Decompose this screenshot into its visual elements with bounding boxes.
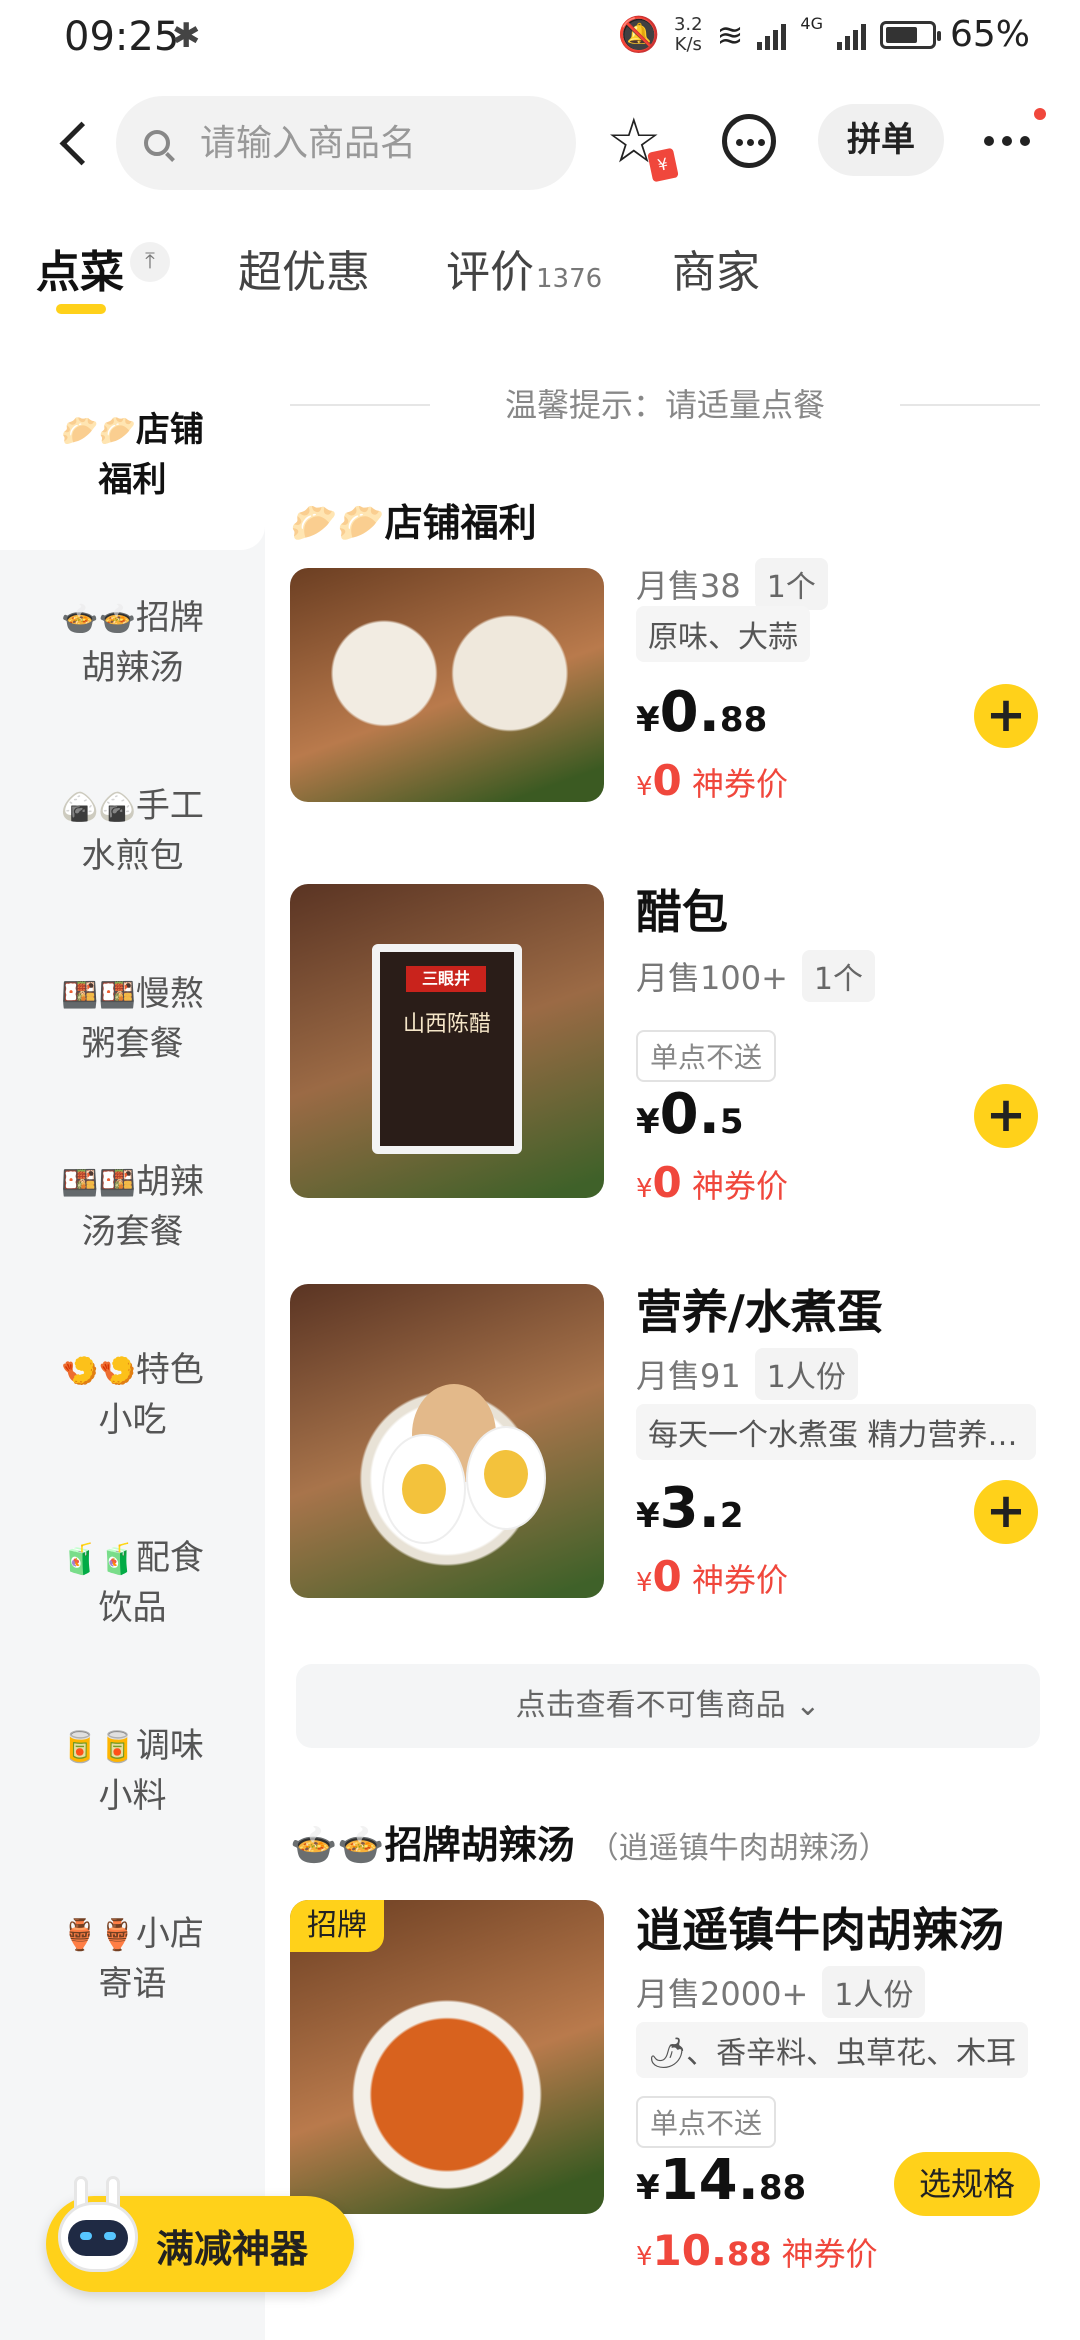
egg-yolk: [402, 1464, 446, 1514]
search-input[interactable]: [200, 122, 540, 164]
discount-helper-label: 满减神器: [156, 2227, 309, 2271]
product-price: ¥0.5: [636, 1082, 744, 1147]
can-icon: 🥫🥫: [61, 1730, 136, 1765]
collapse-up-icon[interactable]: ⤒: [130, 242, 170, 282]
soup-icon: 🍲🍲: [61, 602, 136, 637]
product-sales: 月售2000+ 1人份: [636, 1966, 926, 2018]
coupon-price: ¥0 神券价: [636, 1552, 788, 1601]
group-order-button[interactable]: 拼单: [818, 104, 944, 176]
wifi-icon: ≋: [716, 15, 744, 54]
top-bar: ☆ ¥ 拼单: [0, 90, 1080, 200]
bento-icon: 🍱🍱: [61, 978, 136, 1013]
rice-ball-icon: 🍙🍙: [61, 790, 136, 825]
coupon-badge: ¥: [647, 147, 679, 183]
sidebar-item-snacks[interactable]: 🍤🍤特色 小吃: [0, 1346, 265, 1444]
sidebar-item-drinks[interactable]: 🧃🧃配食 饮品: [0, 1534, 265, 1632]
bento-icon: 🍱🍱: [61, 1166, 136, 1201]
bluetooth-icon: ✱: [172, 16, 201, 56]
signal-icon: [757, 20, 787, 50]
soup-icon: 🍲🍲: [290, 1823, 385, 1867]
notification-dot: [1034, 108, 1046, 120]
tab-merchant[interactable]: 商家: [672, 236, 760, 300]
view-unavailable-button[interactable]: 点击查看不可售商品 ⌄: [296, 1664, 1040, 1748]
tab-order[interactable]: 点菜: [36, 236, 124, 314]
unit-chip: 1人份: [754, 1348, 858, 1400]
battery-level: 65%: [949, 14, 1030, 55]
product-name: 逍遥镇牛肉胡辣汤: [636, 1903, 1004, 1957]
section-title-signature-soup: 🍲🍲招牌胡辣汤 （逍遥镇牛肉胡辣汤）: [290, 1823, 889, 1867]
product-image-vinegar[interactable]: 三眼井 山西陈醋: [290, 884, 604, 1198]
signal-icon-2: [836, 20, 866, 50]
network-speed: 3.2 K/s: [673, 13, 703, 55]
discount-helper-button[interactable]: 满减神器: [46, 2176, 354, 2292]
sidebar-item-store-message[interactable]: 🏺🏺小店 寄语: [0, 1910, 265, 2008]
product-image-egg[interactable]: [290, 1284, 604, 1598]
product-image-garlic[interactable]: [290, 568, 604, 802]
chevron-down-icon: ⌄: [795, 1688, 821, 1723]
product-price: ¥14.88: [636, 2148, 807, 2213]
product-sales: 月售100+ 1个: [636, 950, 875, 1002]
no-single-delivery-tag: 单点不送: [636, 2096, 777, 2148]
status-time: 09:25: [64, 14, 180, 60]
battery-icon: [879, 20, 941, 49]
no-single-delivery-tag: 单点不送: [636, 1030, 777, 1082]
message-icon[interactable]: [722, 114, 776, 168]
juice-box-icon: 🧃🧃: [61, 1542, 136, 1577]
tab-deals[interactable]: 超优惠: [238, 236, 370, 300]
back-icon[interactable]: [48, 114, 108, 174]
unit-chip: 1人份: [822, 1966, 926, 2018]
add-to-cart-button[interactable]: +: [974, 1480, 1038, 1544]
more-icon[interactable]: [980, 120, 1040, 160]
add-to-cart-button[interactable]: +: [974, 1084, 1038, 1148]
sidebar-item-fried-buns[interactable]: 🍙🍙手工 水煎包: [0, 782, 265, 880]
product-desc: 每天一个水煮蛋 精力营养满满: [636, 1404, 1036, 1460]
add-to-cart-button[interactable]: +: [974, 684, 1038, 748]
tab-bar: 点菜 ⤒ 超优惠 评价1376 商家: [0, 230, 1080, 320]
mute-icon: 🔕: [617, 14, 660, 55]
unit-chip: 1个: [754, 558, 828, 610]
dumpling-icon: 🥟🥟: [290, 501, 385, 545]
review-count: 1376: [536, 264, 603, 294]
notice-text: 温馨提示：请适量点餐: [290, 380, 1040, 430]
product-desc: 🌶、香辛料、虫草花、木耳: [636, 2022, 1029, 2078]
product-price: ¥3.2: [636, 1476, 744, 1541]
search-icon: [144, 130, 170, 156]
coupon-price: ¥0 神券价: [636, 756, 788, 805]
robot-icon: [48, 2176, 144, 2292]
signal-type: 4G: [800, 14, 823, 33]
coupon-price: ¥0 神券价: [636, 1158, 788, 1207]
vase-icon: 🏺🏺: [61, 1918, 136, 1953]
tab-underline: [56, 304, 106, 314]
product-desc: 原味、大蒜: [636, 606, 810, 662]
status-icons: 🔕 3.2 K/s ≋ 4G 65%: [618, 14, 1030, 55]
section-title-store-benefits: 🥟🥟店铺福利: [290, 501, 537, 545]
dumpling-icon: 🥟🥟: [61, 414, 136, 449]
product-sales: 月售38 1个: [636, 558, 828, 610]
search-bar[interactable]: [116, 96, 576, 190]
sidebar-item-signature-soup[interactable]: 🍲🍲招牌 胡辣汤: [0, 594, 265, 692]
shrimp-icon: 🍤🍤: [61, 1354, 136, 1389]
tab-reviews[interactable]: 评价1376: [446, 236, 602, 300]
sidebar-item-soup-set[interactable]: 🍱🍱胡辣 汤套餐: [0, 1158, 265, 1256]
favorite-button[interactable]: ☆ ¥: [606, 106, 686, 186]
product-price: ¥0.88: [636, 680, 768, 745]
sidebar-item-condiments[interactable]: 🥫🥫调味 小料: [0, 1722, 265, 1820]
product-sales: 月售91 1人份: [636, 1348, 858, 1400]
status-bar: 09:25 ✱ 🔕 3.2 K/s ≋ 4G 65%: [0, 0, 1080, 80]
sidebar-item-porridge-set[interactable]: 🍱🍱慢熬 粥套餐: [0, 970, 265, 1068]
select-spec-button[interactable]: 选规格: [894, 2152, 1040, 2216]
vinegar-pack: 三眼井 山西陈醋: [372, 944, 522, 1154]
coupon-price: ¥10.88 神券价: [636, 2226, 878, 2275]
sidebar-item-store-benefits[interactable]: 🥟🥟店铺 福利: [0, 406, 265, 504]
product-name: 营养/水煮蛋: [636, 1285, 883, 1339]
signature-tag: 招牌: [290, 1900, 384, 1952]
product-name: 醋包: [636, 885, 728, 939]
unit-chip: 1个: [801, 950, 875, 1002]
egg-yolk-2: [484, 1450, 528, 1498]
product-image-soup[interactable]: 招牌: [290, 1900, 604, 2214]
